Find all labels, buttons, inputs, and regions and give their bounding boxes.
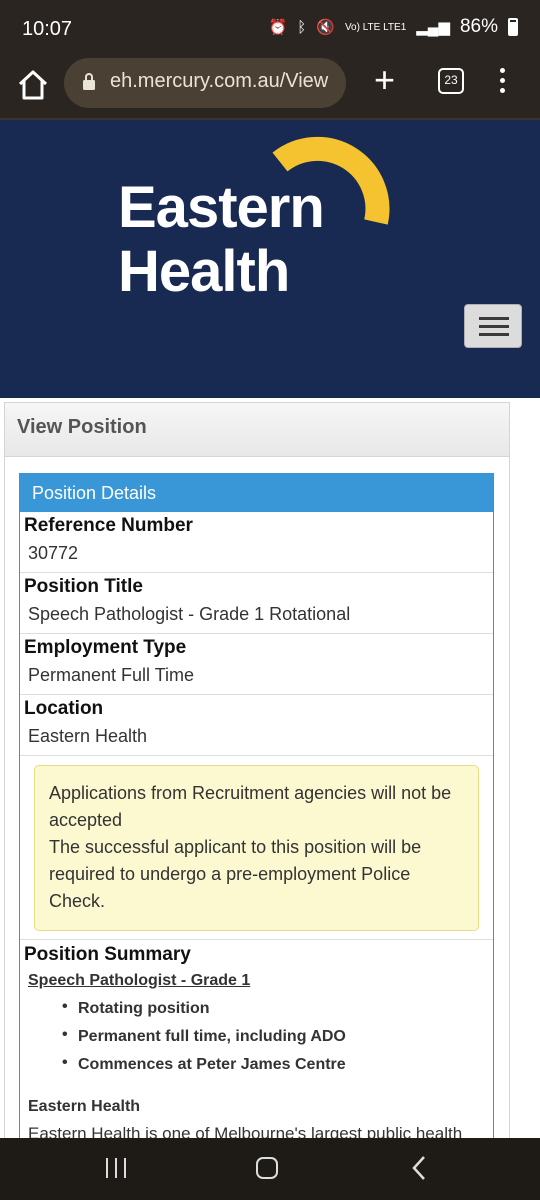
hamburger-menu-button[interactable]: [464, 304, 522, 348]
reference-number-label: Reference Number: [24, 515, 193, 536]
status-bar: 10:07 ⏰ ᛒ 🔇 Vo) LTE LTE1 ▂▄▆ 86%: [0, 0, 540, 58]
nav-home-icon[interactable]: [256, 1157, 278, 1179]
lock-icon: [83, 73, 95, 90]
home-icon[interactable]: [16, 68, 50, 102]
browser-toolbar: eh.mercury.com.au/View + 23: [0, 58, 540, 120]
employment-type-value: Permanent Full Time: [20, 663, 493, 695]
battery-percent: 86%: [459, 16, 498, 37]
logo-text-health: Health: [118, 239, 290, 304]
view-position-panel: View Position Position Details Reference…: [4, 402, 510, 1138]
position-summary-label: Position Summary: [24, 944, 191, 965]
new-tab-button[interactable]: +: [374, 62, 395, 98]
back-icon[interactable]: [408, 1154, 432, 1182]
position-title-value: Speech Pathologist - Grade 1 Rotational: [20, 602, 493, 634]
signal-icon: ▂▄▆: [416, 19, 450, 36]
status-icons: ⏰ ᛒ 🔇 Vo) LTE LTE1 ▂▄▆ 86%: [269, 16, 518, 38]
more-menu-button[interactable]: [496, 68, 508, 96]
tab-switcher-button[interactable]: 23: [438, 68, 464, 94]
list-item: Permanent full time, including ADO: [62, 1026, 493, 1054]
site-header: Eastern Health: [0, 120, 540, 398]
notice-alert: Applications from Recruitment agencies w…: [34, 765, 479, 931]
page-title: View Position: [5, 403, 509, 457]
location-value: Eastern Health: [20, 724, 493, 756]
mute-icon: 🔇: [316, 19, 335, 36]
position-summary-link[interactable]: Speech Pathologist - Grade 1: [20, 970, 493, 998]
alert-line-agencies: Applications from Recruitment agencies w…: [49, 783, 452, 830]
location-label: Location: [24, 698, 104, 719]
position-details-box: Position Details Reference Number 30772 …: [19, 473, 494, 1138]
url-text: eh.mercury.com.au/View: [110, 70, 329, 92]
list-item: Commences at Peter James Centre: [62, 1054, 493, 1082]
employment-type-label: Employment Type: [24, 637, 187, 658]
position-title-label: Position Title: [24, 576, 143, 597]
position-details-header: Position Details: [20, 474, 493, 512]
list-item: Rotating position: [62, 998, 493, 1026]
logo-text-eastern: Eastern: [118, 175, 325, 240]
main-content: View Position Position Details Reference…: [0, 398, 540, 1138]
alert-line-police-check: The successful applicant to this positio…: [49, 837, 422, 911]
battery-icon: [508, 18, 518, 36]
system-nav-bar: [0, 1138, 540, 1200]
recent-apps-icon[interactable]: [104, 1158, 128, 1178]
alarm-icon: ⏰: [268, 19, 288, 36]
network-label: Vo) LTE LTE1: [344, 21, 407, 33]
org-label: Eastern Health: [28, 1098, 141, 1115]
address-bar[interactable]: eh.mercury.com.au/View: [64, 58, 346, 108]
status-time: 10:07: [22, 18, 73, 40]
bluetooth-icon: ᛒ: [297, 18, 307, 36]
reference-number-value: 30772: [20, 541, 493, 573]
summary-bullet-list: Rotating position Permanent full time, i…: [20, 998, 493, 1082]
org-description: Eastern Health is one of Melbourne's lar…: [28, 1124, 463, 1138]
